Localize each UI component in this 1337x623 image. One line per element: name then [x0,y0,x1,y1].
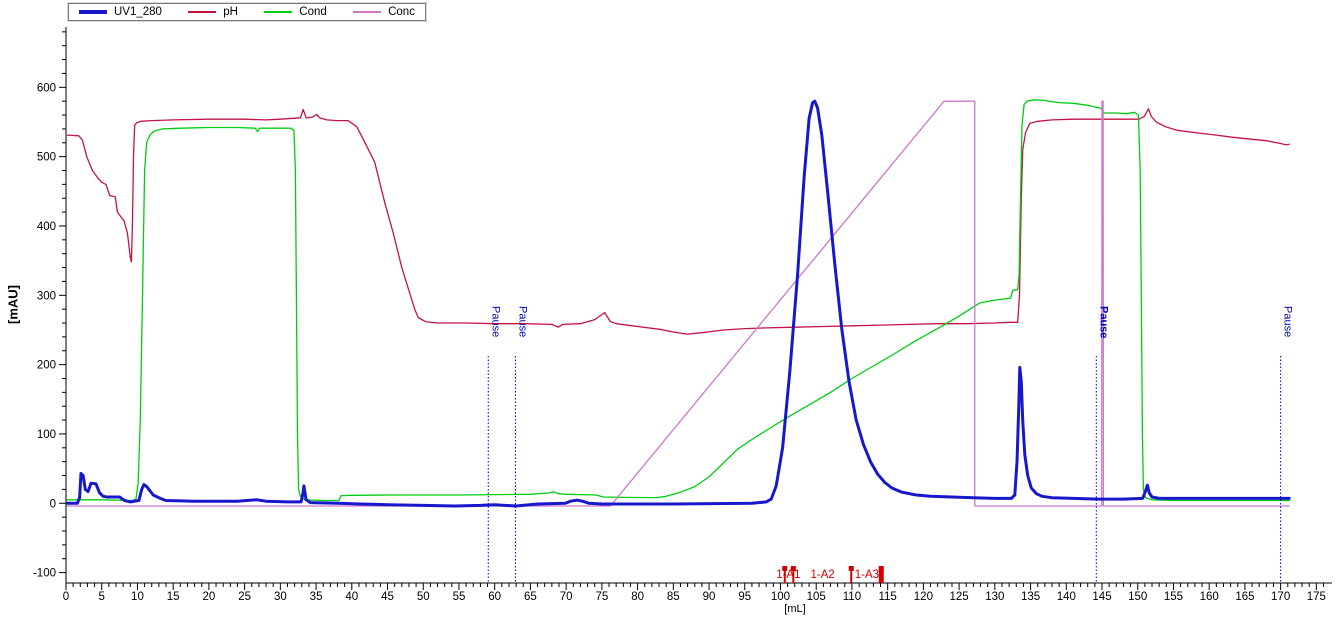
legend-item-uv1-280: UV1_280 [79,6,162,18]
svg-text:25: 25 [238,591,251,603]
svg-text:100: 100 [37,429,56,441]
axis-tick-labels: 0 5 10 15 20 25 30 35 40 45 50 55 60 65 70 75 80 85 90 95 10… [33,82,1326,603]
y-axis-unit-label: [mAU] [6,275,21,335]
svg-text:150: 150 [1128,591,1147,603]
fraction-label: 1-A3 [855,569,879,581]
svg-text:0: 0 [63,591,69,603]
legend-swatch-ph [188,11,216,13]
svg-text:80: 80 [631,591,644,603]
legend-swatch-cond [264,11,292,13]
x-axis-unit-label: [mL] [765,603,825,615]
svg-text:105: 105 [807,591,826,603]
svg-text:10: 10 [131,591,144,603]
svg-text:90: 90 [703,591,716,603]
legend: UV1_280 pH Cond Conc [68,3,426,21]
chromatogram-chart: 0 5 10 15 20 25 30 35 40 45 50 55 60 65 70 75 80 85 90 95 10… [0,0,1337,623]
pause-label: Pause [1097,306,1109,338]
pause-label: Pause [1282,306,1294,337]
svg-text:70: 70 [560,591,573,603]
pause-label: Pause [489,306,501,337]
svg-text:130: 130 [985,591,1004,603]
svg-text:160: 160 [1200,591,1219,603]
svg-text:135: 135 [1021,591,1040,603]
series-cond [67,100,1289,501]
svg-text:145: 145 [1092,591,1111,603]
svg-text:75: 75 [595,591,608,603]
svg-text:100: 100 [771,591,790,603]
legend-label-uv1-280: UV1_280 [114,6,162,18]
svg-text:500: 500 [37,152,56,164]
legend-swatch-conc [353,11,381,13]
legend-item-cond: Cond [264,6,327,18]
pause-marks: Pause Pause Pause Pause [488,306,1293,583]
legend-swatch-uv1-280 [79,10,107,14]
svg-text:125: 125 [950,591,969,603]
svg-text:155: 155 [1164,591,1183,603]
series-conc [67,101,1289,506]
series-ph [67,109,1289,334]
svg-text:45: 45 [381,591,394,603]
svg-text:85: 85 [667,591,680,603]
svg-text:5: 5 [99,591,105,603]
svg-text:175: 175 [1307,591,1326,603]
fraction-label: 1-A1 [776,569,800,581]
fraction-marks: 1-A1 1-A2 1-A3 [776,566,884,583]
pause-label: Pause [516,306,528,337]
svg-text:165: 165 [1235,591,1254,603]
legend-item-ph: pH [188,6,238,18]
svg-text:60: 60 [488,591,501,603]
svg-text:0: 0 [50,498,56,510]
svg-text:55: 55 [453,591,466,603]
legend-label-conc: Conc [388,6,415,18]
svg-text:95: 95 [738,591,751,603]
fraction-label: 1-A2 [810,569,834,581]
svg-text:35: 35 [310,591,323,603]
svg-text:40: 40 [345,591,358,603]
svg-text:30: 30 [274,591,287,603]
svg-text:600: 600 [37,82,56,94]
series-curves [67,100,1289,506]
svg-text:-100: -100 [33,568,56,580]
svg-text:170: 170 [1271,591,1290,603]
svg-text:140: 140 [1057,591,1076,603]
svg-text:65: 65 [524,591,537,603]
svg-text:200: 200 [37,360,56,372]
svg-text:115: 115 [878,591,896,603]
svg-text:15: 15 [167,591,180,603]
svg-text:300: 300 [37,290,56,302]
legend-label-ph: pH [223,6,238,18]
legend-label-cond: Cond [299,6,327,18]
plot-area: 0 5 10 15 20 25 30 35 40 45 50 55 60 65 70 75 80 85 90 95 10… [0,0,1337,623]
svg-text:50: 50 [417,591,430,603]
svg-text:110: 110 [843,591,861,603]
svg-text:400: 400 [37,221,56,233]
legend-item-conc: Conc [353,6,415,18]
svg-text:120: 120 [914,591,933,603]
svg-text:20: 20 [202,591,215,603]
series-uv1_280 [67,101,1289,506]
